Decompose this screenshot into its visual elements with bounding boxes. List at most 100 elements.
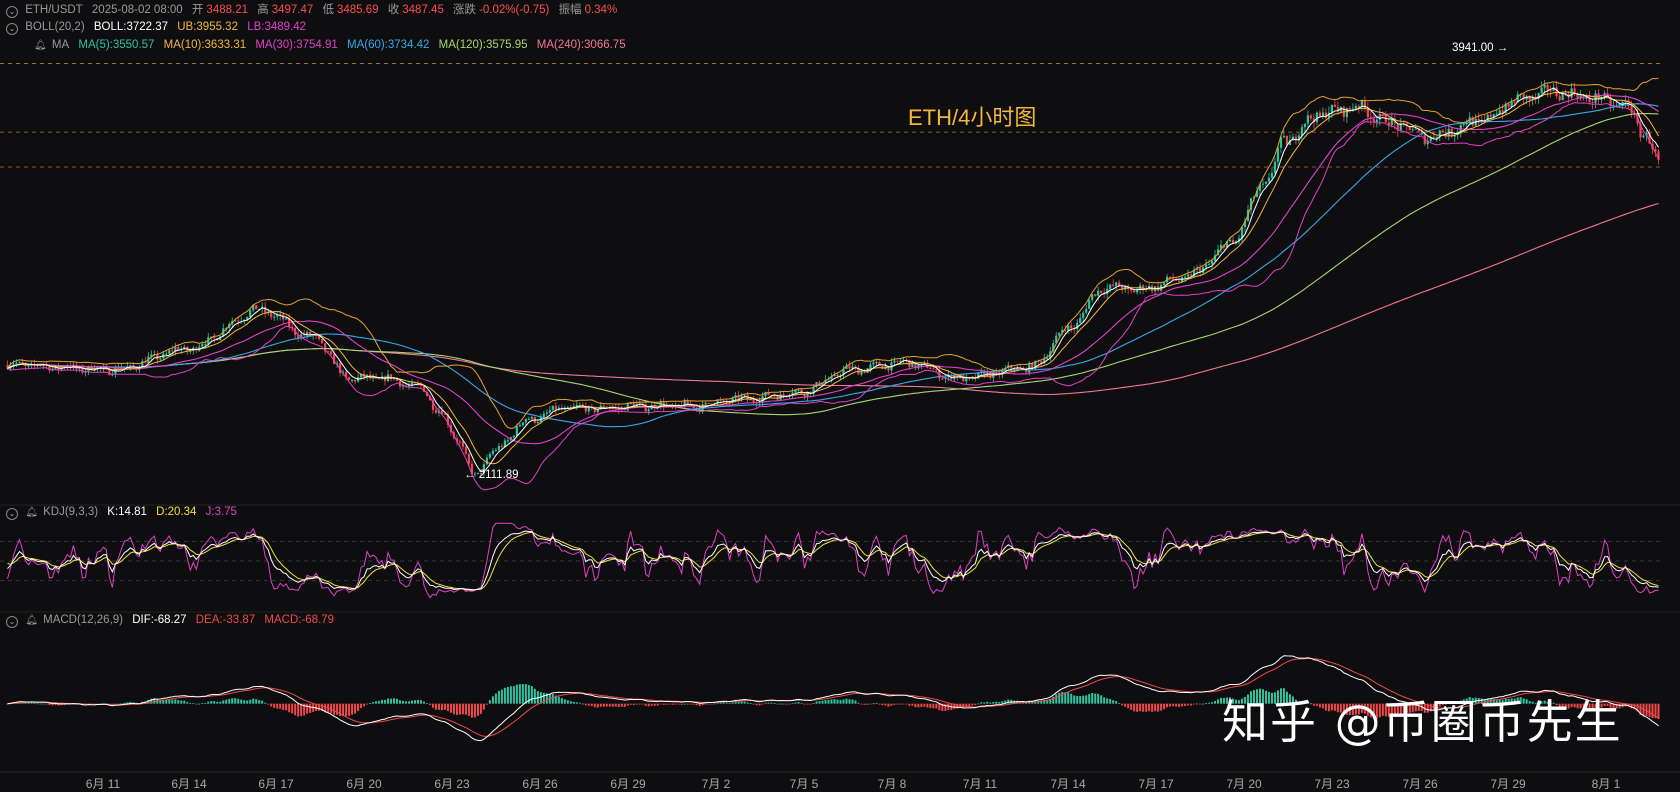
candle-body	[464, 446, 468, 454]
macd-bar	[186, 702, 189, 704]
candle-body	[1591, 102, 1594, 104]
price-header: ⌄ ETH/USDT 2025-08-02 08:00 开 3488.21 高 34…	[6, 3, 623, 18]
candle-body	[542, 413, 545, 417]
candle-body	[719, 400, 722, 402]
macd-bar	[605, 703, 608, 707]
candle-body	[1282, 135, 1286, 138]
candle-body	[1040, 361, 1043, 363]
candle-body	[1585, 97, 1588, 99]
macd-bar	[614, 703, 617, 707]
ma-legend: 🔔︎ MA MA(5):3550.57 MA(10):3633.31 MA(30…	[34, 38, 632, 53]
collapse-chevron-icon[interactable]: ⌄	[6, 6, 18, 18]
macd-bar	[692, 703, 695, 705]
macd-bar	[1202, 703, 1205, 705]
candle-body	[434, 410, 438, 413]
ma120-value: MA(120):3575.95	[438, 39, 528, 51]
close-value: 3487.45	[402, 4, 444, 16]
macd-bar	[30, 702, 33, 704]
candle-body	[1097, 290, 1100, 296]
macd-bar	[405, 701, 408, 704]
candle-body	[797, 389, 800, 391]
macd-bar	[357, 703, 360, 711]
candle-body	[1273, 161, 1277, 173]
macd-bar	[1136, 703, 1139, 712]
macd-bar	[602, 703, 605, 707]
macd-bar	[1073, 695, 1076, 704]
macd-bar	[986, 701, 989, 704]
macd-bar	[1199, 703, 1202, 705]
macd-bar	[929, 703, 932, 708]
macd-bar	[800, 702, 803, 704]
macd-bar	[650, 703, 653, 706]
kdj-name: KDJ(9,3,3)	[43, 506, 99, 518]
macd-bar	[500, 689, 503, 704]
macd-bar	[264, 702, 267, 704]
candle-body	[707, 403, 710, 405]
candle-body	[506, 440, 509, 442]
macd-bar	[464, 703, 467, 715]
macd-bar	[213, 701, 216, 704]
macd-bar	[1142, 703, 1145, 712]
candle-body	[704, 403, 707, 405]
macd-bar	[399, 700, 402, 704]
boll-mid: BOLL:3722.37	[93, 21, 169, 33]
candle-body	[237, 320, 240, 322]
candle-body	[848, 365, 851, 369]
candle-body	[1079, 317, 1082, 323]
candle-body	[1186, 274, 1190, 277]
macd-bar	[998, 702, 1001, 704]
macd-bar	[363, 703, 366, 707]
low-marker: ← 2111.89	[464, 469, 519, 481]
macd-bar	[755, 703, 758, 706]
macd-bar	[258, 700, 261, 704]
macd-bar	[51, 703, 54, 706]
candle-body	[1261, 183, 1265, 185]
candle-body	[494, 450, 498, 452]
macd-bar	[509, 686, 512, 704]
bell-icon[interactable]: 🔔︎	[25, 614, 38, 628]
chart-canvas[interactable]	[0, 0, 1680, 792]
macd-bar	[1148, 703, 1151, 712]
macd-bar	[866, 703, 869, 705]
macd-bar	[890, 703, 893, 706]
collapse-chevron-icon[interactable]: ⌄	[6, 616, 18, 628]
candle-body	[1046, 358, 1049, 360]
macd-bar	[761, 703, 764, 705]
ma10-value: MA(10):3633.31	[163, 39, 247, 51]
macd-bar	[818, 701, 821, 704]
macd-bar	[1109, 698, 1112, 704]
macd-bar	[992, 701, 995, 704]
bell-icon[interactable]: 🔔︎	[25, 506, 38, 520]
kdj-legend: ⌄ 🔔︎ KDJ(9,3,3) K:14.81 D:20.34 J:3.75	[6, 505, 243, 520]
macd-bar	[596, 703, 599, 708]
macd-bar	[875, 702, 878, 704]
macd-bar	[1211, 702, 1214, 704]
macd-bar	[830, 699, 833, 704]
macd-bar	[893, 703, 896, 705]
macd-bar	[473, 703, 476, 718]
macd-bar	[485, 703, 488, 705]
macd-bar	[1169, 703, 1172, 707]
high-marker-value: 3941.00	[1452, 42, 1494, 54]
macd-bar	[1070, 693, 1073, 704]
macd-bar	[836, 699, 839, 704]
candle-body	[1067, 325, 1070, 331]
candle-body	[1210, 260, 1214, 265]
ma5-value: MA(5):3550.57	[78, 39, 155, 51]
macd-bar	[995, 701, 998, 704]
bell-icon[interactable]: 🔔︎	[34, 39, 47, 53]
collapse-chevron-icon[interactable]: ⌄	[6, 508, 18, 520]
boll-ub: UB:3955.32	[177, 21, 238, 33]
macd-bar	[282, 703, 285, 710]
candle-body	[353, 379, 357, 382]
collapse-chevron-icon[interactable]: ⌄	[6, 23, 18, 35]
candle-body	[270, 312, 273, 318]
macd-bar	[716, 702, 719, 704]
macd-bar	[569, 701, 572, 704]
macd-bar	[267, 703, 270, 705]
macd-bar	[578, 702, 581, 704]
candle-body	[1171, 278, 1175, 280]
macd-bar	[557, 696, 560, 704]
macd-bar	[171, 699, 174, 704]
datetime-label: 2025-08-02 08:00	[91, 4, 183, 16]
